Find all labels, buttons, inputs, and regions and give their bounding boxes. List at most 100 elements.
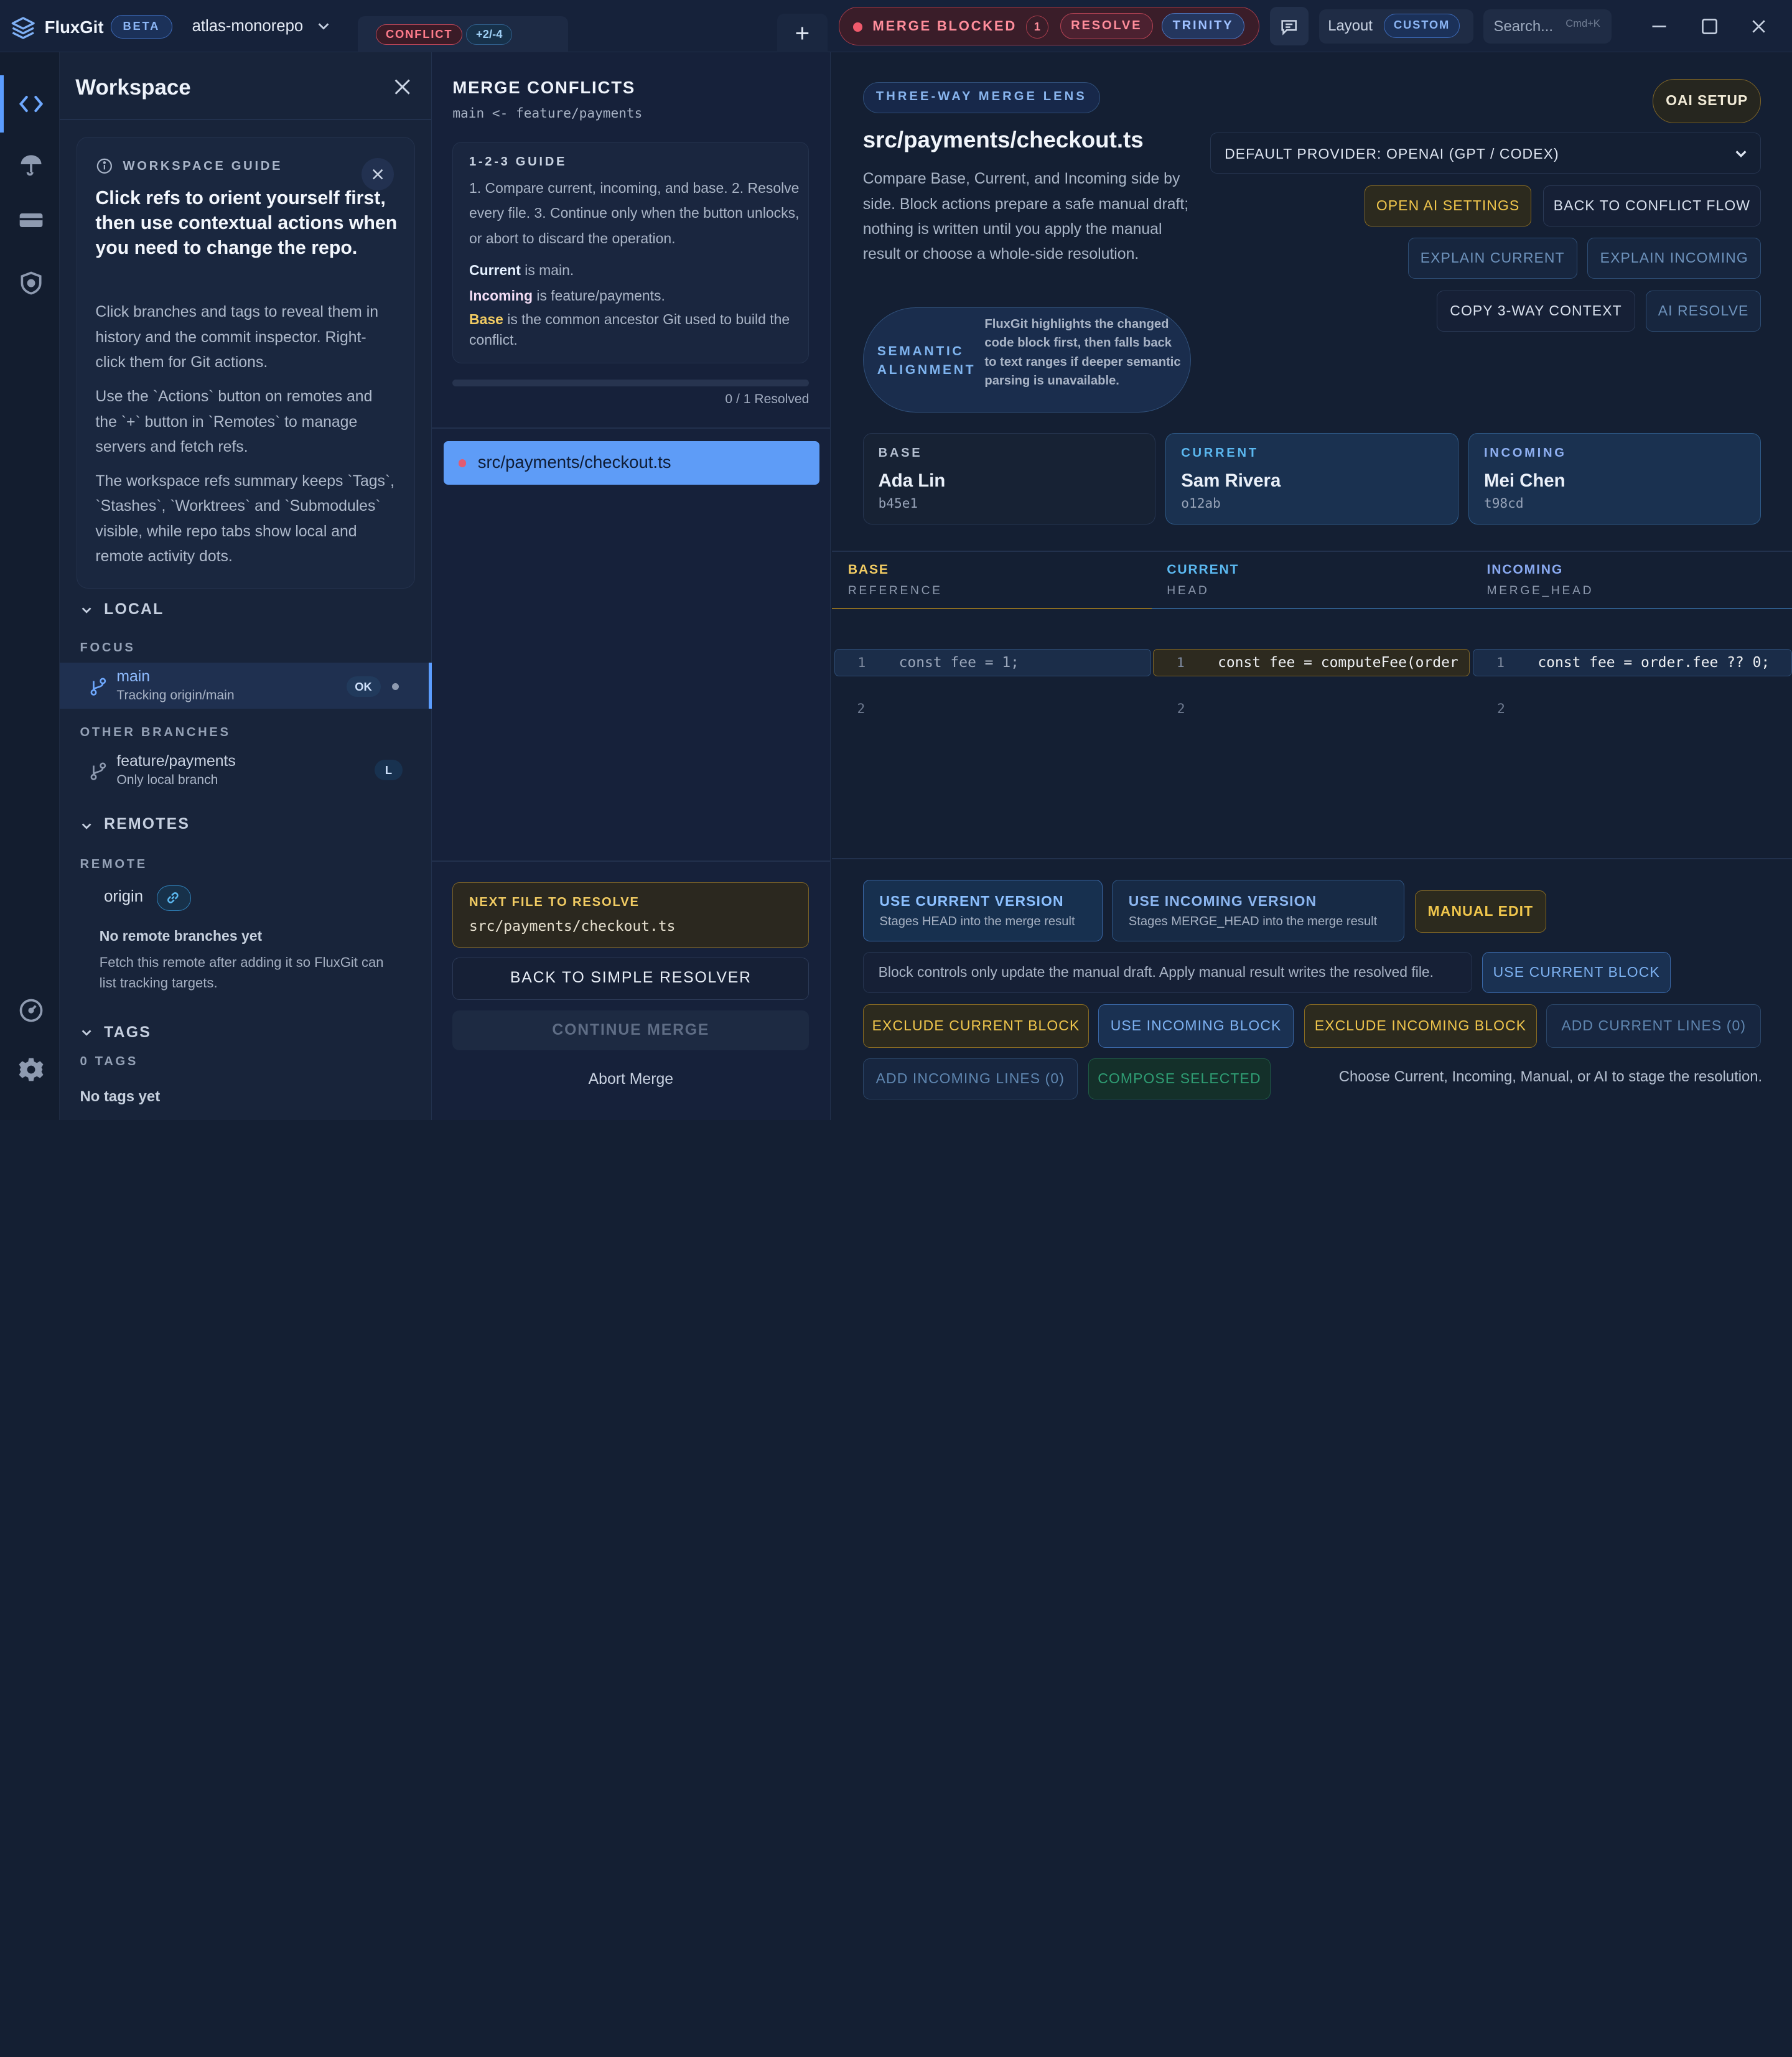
diff-stat-badge: +2/-4 bbox=[466, 24, 513, 45]
merge-lens-main: THREE-WAY MERGE LENS src/payments/checko… bbox=[832, 52, 1792, 1120]
base-desc: is the common ancestor Git used to build… bbox=[469, 310, 790, 348]
use-current-block-button[interactable]: USE CURRENT BLOCK bbox=[1482, 951, 1671, 994]
card-icon[interactable] bbox=[17, 207, 45, 234]
explain-current-button[interactable]: EXPLAIN CURRENT bbox=[1407, 238, 1577, 279]
compose-selected-button[interactable]: COMPOSE SELECTED bbox=[1088, 1058, 1271, 1099]
divider bbox=[59, 119, 432, 120]
explain-incoming-button[interactable]: EXPLAIN INCOMING bbox=[1587, 238, 1762, 279]
incoming-column-title: INCOMING bbox=[1486, 562, 1564, 577]
merge-branches: main <- feature/payments bbox=[452, 105, 643, 121]
remote-link-button[interactable] bbox=[156, 885, 191, 911]
code-icon[interactable] bbox=[17, 90, 45, 118]
chevron-down-icon[interactable] bbox=[80, 604, 93, 616]
base-code-line[interactable]: 1 const fee = 1; bbox=[834, 649, 1151, 677]
conflict-file-item[interactable]: src/payments/checkout.ts bbox=[443, 441, 819, 485]
use-incoming-version-button[interactable]: USE INCOMING VERSION Stages MERGE_HEAD i… bbox=[1112, 880, 1405, 942]
repo-selector[interactable]: atlas-monorepo bbox=[192, 17, 304, 35]
incoming-author-card: INCOMING Mei Chen t98cd bbox=[1468, 433, 1762, 525]
use-incoming-block-button[interactable]: USE INCOMING BLOCK bbox=[1098, 1004, 1294, 1048]
base-label: BASE bbox=[878, 446, 923, 460]
base-key: Base bbox=[469, 310, 503, 327]
add-current-lines-button[interactable]: ADD CURRENT LINES (0) bbox=[1546, 1004, 1762, 1048]
maximize-icon[interactable] bbox=[1699, 16, 1720, 37]
trinity-button[interactable]: TRINITY bbox=[1162, 13, 1244, 40]
add-incoming-lines-button[interactable]: ADD INCOMING LINES (0) bbox=[862, 1058, 1078, 1099]
umbrella-icon[interactable] bbox=[17, 151, 45, 178]
tags-section-header[interactable]: TAGS bbox=[104, 1024, 151, 1042]
incoming-key: Incoming bbox=[469, 287, 533, 304]
speedometer-icon[interactable] bbox=[17, 997, 45, 1024]
guide-steps: 1. Compare current, incoming, and base. … bbox=[469, 179, 800, 246]
remote-label: REMOTE bbox=[80, 857, 147, 871]
provider-value: DEFAULT PROVIDER: OPENAI (GPT / CODEX) bbox=[1225, 146, 1559, 162]
close-icon[interactable] bbox=[393, 78, 411, 96]
current-column-header: CURRENT HEAD bbox=[1167, 562, 1239, 598]
use-current-version-button[interactable]: USE CURRENT VERSION Stages HEAD into the… bbox=[862, 880, 1103, 942]
chevron-down-icon[interactable] bbox=[317, 19, 330, 33]
close-icon bbox=[372, 169, 383, 180]
ai-resolve-button[interactable]: AI RESOLVE bbox=[1645, 290, 1762, 332]
divider bbox=[832, 858, 1792, 860]
repo-tab[interactable]: CONFLICT +2/-4 bbox=[357, 16, 568, 53]
branch-name-feature[interactable]: feature/payments bbox=[116, 753, 235, 770]
open-ai-settings-button[interactable]: OPEN AI SETTINGS bbox=[1365, 185, 1532, 226]
base-column-sub: REFERENCE bbox=[847, 584, 943, 597]
search-shortcut: Cmd+K bbox=[1566, 17, 1600, 29]
use-current-sub: Stages HEAD into the merge result bbox=[879, 915, 1075, 929]
new-tab-button[interactable]: + bbox=[777, 14, 828, 53]
manual-edit-button[interactable]: MANUAL EDIT bbox=[1414, 890, 1547, 933]
copy-3-way-context-button[interactable]: COPY 3-WAY CONTEXT bbox=[1436, 290, 1636, 332]
other-branches-label: OTHER BRANCHES bbox=[80, 725, 231, 740]
empty-remote-title: No remote branches yet bbox=[99, 928, 263, 945]
chevron-down-icon bbox=[1735, 151, 1747, 158]
shield-icon[interactable] bbox=[17, 269, 45, 297]
abort-merge-link[interactable]: Abort Merge bbox=[452, 1071, 809, 1088]
close-window-icon[interactable] bbox=[1748, 16, 1769, 37]
base-author: Ada Lin bbox=[878, 470, 946, 491]
incoming-code-text: const fee = order.fee ?? 0; bbox=[1538, 654, 1770, 671]
merge-conflicts-panel: MERGE CONFLICTS main <- feature/payments… bbox=[432, 52, 831, 1120]
use-current-title: USE CURRENT VERSION bbox=[879, 893, 1064, 910]
workspace-guide-card: WORKSPACE GUIDE Click refs to orient you… bbox=[77, 137, 415, 589]
incoming-author: Mei Chen bbox=[1484, 470, 1566, 491]
layout-selector[interactable]: Layout CUSTOM bbox=[1318, 9, 1473, 44]
resolve-button[interactable]: RESOLVE bbox=[1060, 13, 1153, 40]
layout-value-badge: CUSTOM bbox=[1384, 14, 1460, 38]
app-window: FluxGit BETA atlas-monorepo CONFLICT +2/… bbox=[0, 0, 1792, 1120]
chat-button[interactable] bbox=[1269, 7, 1309, 46]
lens-description: Compare Base, Current, and Incoming side… bbox=[862, 170, 1189, 263]
line-number: 2 bbox=[1497, 700, 1505, 716]
oai-setup-button[interactable]: OAI SETUP bbox=[1652, 78, 1762, 124]
local-section-header[interactable]: LOCAL bbox=[104, 601, 164, 618]
search-input[interactable]: Search... Cmd+K bbox=[1483, 9, 1612, 44]
info-icon bbox=[96, 159, 113, 174]
branch-name-main: main bbox=[116, 668, 151, 686]
exclude-incoming-block-button[interactable]: EXCLUDE INCOMING BLOCK bbox=[1304, 1004, 1538, 1048]
blocked-count-badge: 1 bbox=[1025, 15, 1049, 39]
chevron-down-icon[interactable] bbox=[80, 819, 93, 832]
guide-incoming-line: Incoming is feature/payments. bbox=[469, 283, 801, 308]
conflict-dot-icon bbox=[458, 459, 467, 468]
current-column-rule bbox=[1152, 608, 1472, 609]
incoming-column-sub: MERGE_HEAD bbox=[1486, 584, 1594, 597]
remotes-section-header[interactable]: REMOTES bbox=[104, 816, 190, 833]
provider-select[interactable]: DEFAULT PROVIDER: OPENAI (GPT / CODEX) bbox=[1210, 133, 1762, 174]
minimize-icon[interactable] bbox=[1649, 16, 1669, 37]
back-to-conflict-flow-button[interactable]: BACK TO CONFLICT FLOW bbox=[1542, 185, 1762, 226]
gear-icon[interactable] bbox=[17, 1056, 45, 1083]
local-badge: L bbox=[375, 760, 403, 781]
app-brand: FluxGit bbox=[44, 17, 104, 37]
exclude-current-block-button[interactable]: EXCLUDE CURRENT BLOCK bbox=[862, 1004, 1090, 1048]
conflict-file-name: src/payments/checkout.ts bbox=[477, 452, 671, 472]
back-to-simple-resolver-button[interactable]: BACK TO SIMPLE RESOLVER bbox=[452, 958, 810, 1001]
current-code-text: const fee = computeFee(order bbox=[1218, 654, 1458, 671]
merge-guide-card: 1-2-3 GUIDE 1. Compare current, incoming… bbox=[452, 141, 810, 364]
sidebar-title: Workspace bbox=[75, 75, 191, 100]
remote-name[interactable]: origin bbox=[104, 888, 143, 906]
current-code-line[interactable]: 1 const fee = computeFee(order bbox=[1153, 649, 1470, 677]
chevron-down-icon[interactable] bbox=[80, 1026, 93, 1038]
next-file-card[interactable]: NEXT FILE TO RESOLVE src/payments/checko… bbox=[452, 882, 810, 948]
incoming-code-line[interactable]: 1 const fee = order.fee ?? 0; bbox=[1473, 649, 1792, 677]
lens-file-title: src/payments/checkout.ts bbox=[862, 126, 1144, 152]
continue-merge-button[interactable]: CONTINUE MERGE bbox=[452, 1010, 810, 1050]
